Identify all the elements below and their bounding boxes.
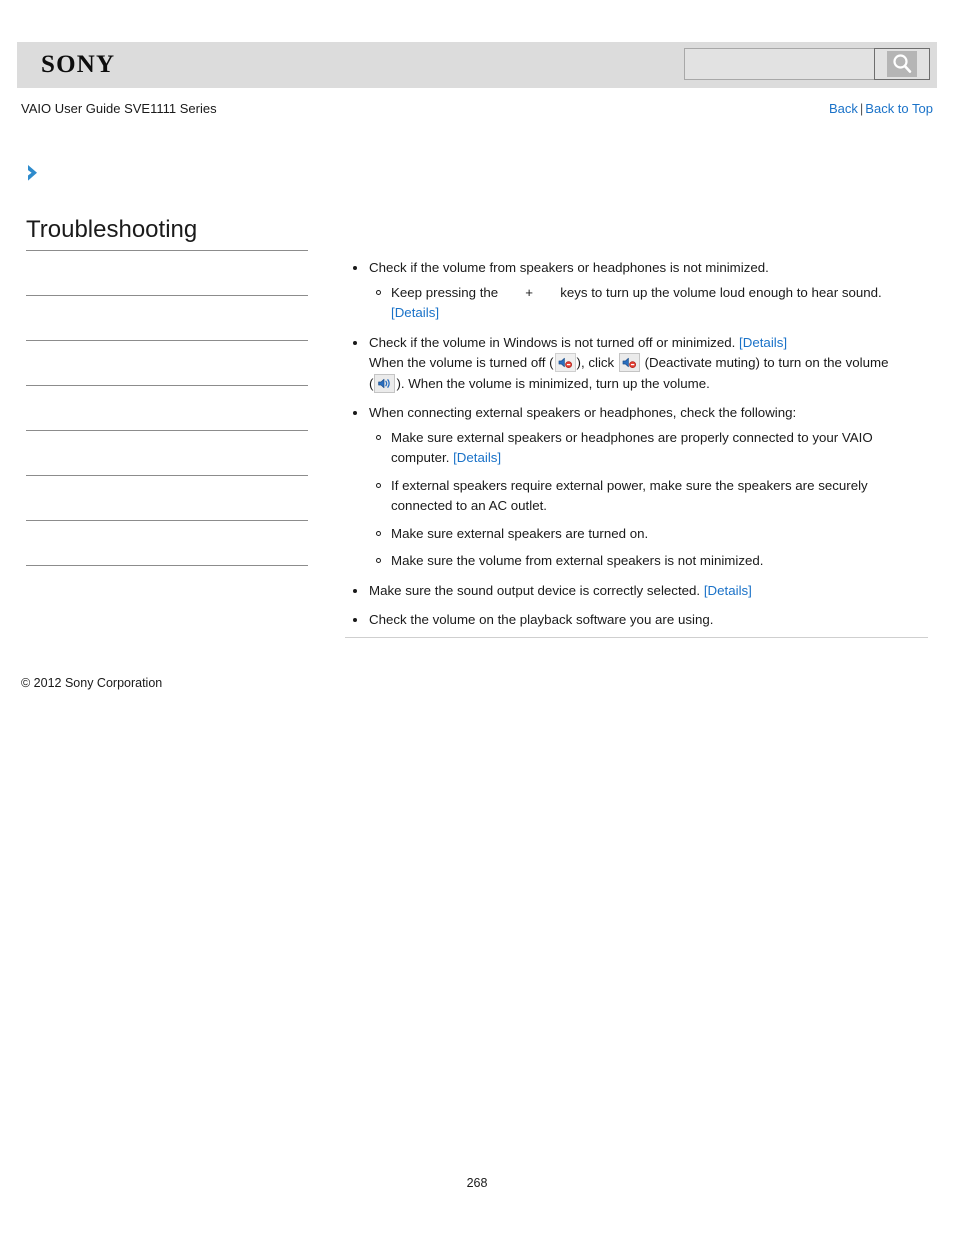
sidebar-item-2[interactable] (26, 296, 308, 341)
list-item: Check the volume on the playback softwar… (353, 610, 930, 631)
sub-text: Make sure the volume from external speak… (391, 553, 764, 568)
search-input[interactable] (684, 48, 874, 80)
details-link[interactable]: [Details] (704, 583, 752, 598)
list-item: Make sure external speakers or headphone… (376, 428, 930, 469)
content-bottom-rule (345, 637, 928, 638)
search-button[interactable] (874, 48, 930, 80)
details-link[interactable]: [Details] (453, 450, 501, 465)
bullet-text-d: (Deactivate muting) to turn on the volum… (644, 355, 889, 370)
list-item: If external speakers require external po… (376, 476, 930, 517)
site-header: SONY (17, 42, 937, 88)
page-number: 268 (466, 1176, 488, 1190)
volume-on-icon[interactable] (374, 373, 396, 393)
list-item: Keep pressing the + keys to turn up the vo… (376, 283, 930, 324)
bullet-text: Check if the volume from speakers or hea… (369, 260, 769, 275)
copyright-text: © 2012 Sony Corporation (21, 676, 163, 690)
bullet-text: When connecting external speakers or hea… (369, 405, 797, 420)
back-to-top-link[interactable]: Back to Top (865, 101, 933, 116)
chevron-right-icon[interactable] (24, 163, 44, 183)
sidebar-item-4[interactable] (26, 386, 308, 431)
sidebar-item-3[interactable] (26, 341, 308, 386)
troubleshooting-list: Check if the volume from speakers or hea… (345, 258, 930, 631)
details-link[interactable]: [Details] (391, 305, 439, 320)
details-link[interactable]: [Details] (739, 335, 787, 350)
sidebar-item-7[interactable] (26, 521, 308, 566)
bullet-text-f: ). When the volume is minimized, turn up… (396, 375, 710, 391)
guide-title: VAIO User Guide SVE1111 Series (21, 101, 217, 116)
list-item: Check if the volume from speakers or hea… (353, 258, 930, 324)
sub-text: If external speakers require external po… (391, 477, 868, 514)
sidebar-item-6[interactable] (26, 476, 308, 521)
sub-text-post: keys to turn up the volume loud enough t… (560, 284, 882, 300)
list-item: Make sure the volume from external speak… (376, 551, 930, 572)
volume-muted-icon[interactable] (618, 353, 640, 372)
subheader: VAIO User Guide SVE1111 Series Back | Back… (21, 101, 933, 121)
header-nav: Back | Back to Top (829, 101, 933, 116)
sub-list: Keep pressing the + keys to turn up the vo… (369, 283, 930, 324)
bullet-text: Check if the volume in Windows is not tu… (369, 334, 736, 350)
main-content: Check if the volume from speakers or hea… (345, 258, 930, 640)
bullet-text-b: When the volume is turned off ( (369, 355, 554, 370)
sub-list: Make sure external speakers or headphone… (369, 428, 930, 572)
back-link[interactable]: Back (829, 101, 858, 116)
sony-logo: SONY (41, 51, 116, 78)
sidebar-item-5[interactable] (26, 431, 308, 476)
search-icon (887, 51, 917, 77)
list-item: Make sure external speakers are turned o… (376, 524, 930, 545)
search-area (684, 48, 930, 82)
sidebar: Troubleshooting (26, 215, 308, 566)
sidebar-item-1[interactable] (26, 251, 308, 296)
page-title: Troubleshooting (26, 216, 198, 243)
list-item: Check if the volume in Windows is not tu… (353, 333, 930, 395)
sub-text-pre: Keep pressing the (391, 284, 499, 300)
volume-muted-icon (554, 353, 576, 372)
list-item: Make sure the sound output device is cor… (353, 581, 930, 602)
sub-text: Make sure external speakers are turned o… (391, 525, 649, 541)
bullet-text: Check the volume on the playback softwar… (369, 612, 714, 627)
plus-separator: + (525, 284, 534, 300)
list-item: When connecting external speakers or hea… (353, 403, 930, 572)
bullet-text-e: ( (369, 375, 374, 391)
bullet-text: Make sure the sound output device is cor… (369, 582, 701, 598)
bullet-text-c: ), click (576, 355, 615, 370)
